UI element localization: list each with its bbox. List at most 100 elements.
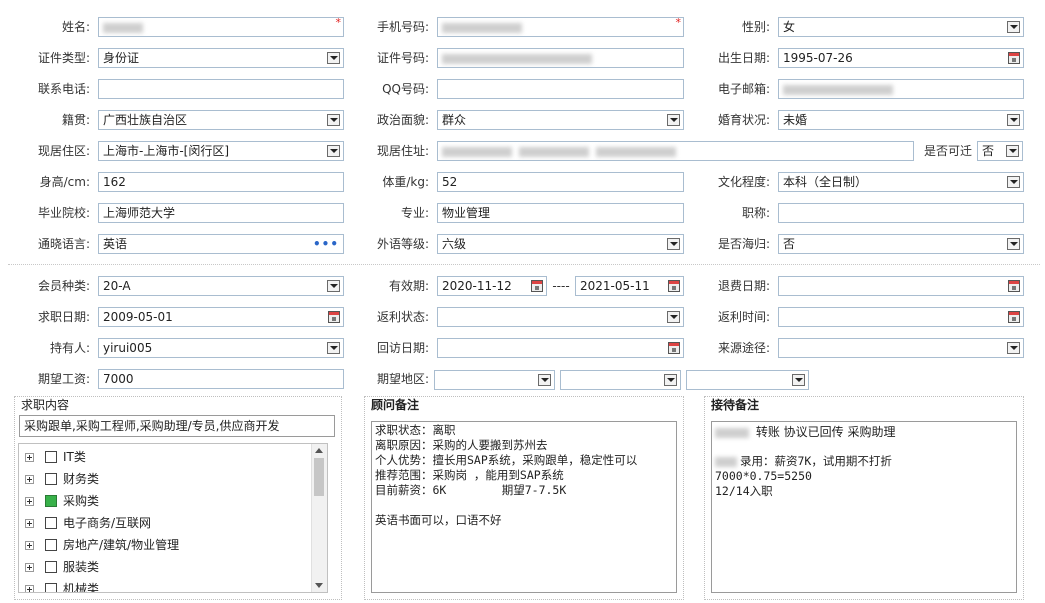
chevron-down-icon[interactable]: [667, 238, 680, 250]
chevron-down-icon[interactable]: [1007, 238, 1020, 250]
chevron-down-icon[interactable]: [1007, 342, 1020, 354]
member-type-select[interactable]: 20-A: [98, 276, 344, 296]
major-field[interactable]: 物业管理: [437, 203, 684, 223]
redacted-value: [715, 456, 737, 467]
refund-date-field[interactable]: [778, 276, 1024, 296]
expand-icon[interactable]: [25, 453, 34, 462]
expand-icon[interactable]: [25, 497, 34, 506]
scrollbar[interactable]: [311, 444, 327, 592]
chevron-down-icon[interactable]: [1007, 21, 1020, 33]
calendar-icon[interactable]: [668, 342, 680, 354]
tree-checkbox[interactable]: [45, 517, 57, 529]
chevron-down-icon[interactable]: [664, 374, 677, 386]
id-type-select[interactable]: 身份证: [98, 48, 344, 68]
returnee-select[interactable]: 否: [778, 234, 1024, 254]
visit-date-field[interactable]: [437, 338, 684, 358]
weight-label: 体重/kg:: [382, 175, 429, 189]
expand-icon[interactable]: [25, 563, 34, 572]
region-province-select[interactable]: [434, 370, 555, 390]
chevron-down-icon[interactable]: [667, 311, 680, 323]
phone-field[interactable]: *: [437, 17, 684, 37]
name-field[interactable]: *: [98, 17, 344, 37]
tree-item-label: IT类: [63, 450, 86, 464]
tree-checkbox[interactable]: [45, 561, 57, 573]
political-select[interactable]: 群众: [437, 110, 684, 130]
scroll-down-icon[interactable]: [315, 583, 323, 588]
contact-phone-field[interactable]: [98, 79, 344, 99]
expand-icon[interactable]: [25, 475, 34, 484]
chevron-down-icon[interactable]: [327, 342, 340, 354]
reception-notes-textarea[interactable]: 转账 协议已回传 采购助理 录用：薪资7K，试用期不打折 7000*0.75=5…: [711, 421, 1017, 593]
valid-from-value: 2020-11-12: [442, 279, 512, 293]
rebate-time-field[interactable]: [778, 307, 1024, 327]
job-summary-field[interactable]: 采购跟单,采购工程师,采购助理/专员,供应商开发: [19, 415, 335, 437]
height-field[interactable]: 162: [98, 172, 344, 192]
title-field[interactable]: [778, 203, 1024, 223]
chevron-down-icon[interactable]: [1007, 114, 1020, 126]
member-type-label: 会员种类:: [37, 279, 90, 293]
residence-select[interactable]: 上海市-上海市-[闵行区]: [98, 141, 344, 161]
calendar-icon[interactable]: [1008, 311, 1020, 323]
chevron-down-icon[interactable]: [327, 52, 340, 64]
holder-select[interactable]: yirui005: [98, 338, 344, 358]
relocate-select[interactable]: 否: [977, 141, 1023, 161]
region-district-select[interactable]: [686, 370, 809, 390]
expand-icon[interactable]: [25, 541, 34, 550]
redacted-value: [442, 146, 512, 157]
chevron-down-icon[interactable]: [327, 280, 340, 292]
scroll-thumb[interactable]: [314, 458, 324, 496]
tree-item-label: 采购类: [63, 494, 100, 508]
job-category-tree[interactable]: IT类 财务类 采购类 电子商务/互联网 房地产/建筑/物业管理 服装类 机械类: [18, 443, 328, 593]
tree-item-label: 机械类: [63, 582, 100, 593]
tree-checkbox[interactable]: [45, 495, 57, 507]
gender-select[interactable]: 女: [778, 17, 1024, 37]
school-field[interactable]: 上海师范大学: [98, 203, 344, 223]
marital-label: 婚育状况:: [717, 113, 770, 127]
more-options-icon[interactable]: •••: [313, 235, 339, 253]
calendar-icon[interactable]: [668, 280, 680, 292]
valid-to-field[interactable]: 2021-05-11: [575, 276, 684, 296]
source-select[interactable]: [778, 338, 1024, 358]
qq-field[interactable]: [437, 79, 684, 99]
weight-field[interactable]: 52: [437, 172, 684, 192]
political-value: 群众: [442, 113, 467, 127]
education-select[interactable]: 本科（全日制）: [778, 172, 1024, 192]
language-field[interactable]: 英语 •••: [98, 234, 344, 254]
rebate-time-label: 返利时间:: [717, 310, 770, 324]
chevron-down-icon[interactable]: [327, 114, 340, 126]
native-select[interactable]: 广西壮族自治区: [98, 110, 344, 130]
height-label: 身高/cm:: [39, 175, 90, 189]
calendar-icon[interactable]: [1008, 280, 1020, 292]
apply-date-field[interactable]: 2009-05-01: [98, 307, 344, 327]
tree-checkbox[interactable]: [45, 583, 57, 592]
id-no-field[interactable]: [437, 48, 684, 68]
tree-checkbox[interactable]: [45, 473, 57, 485]
tree-checkbox[interactable]: [45, 451, 57, 463]
calendar-icon[interactable]: [1008, 52, 1020, 64]
relocate-value: 否: [982, 144, 995, 158]
chevron-down-icon[interactable]: [1006, 145, 1019, 157]
email-field[interactable]: [778, 79, 1024, 99]
salary-field[interactable]: 7000: [98, 369, 344, 389]
advisor-notes-textarea[interactable]: 求职状态：离职 离职原因：采购的人要搬到苏州去 个人优势：擅长用SAP系统，采购…: [371, 421, 677, 593]
chevron-down-icon[interactable]: [792, 374, 805, 386]
chevron-down-icon[interactable]: [1007, 176, 1020, 188]
chevron-down-icon[interactable]: [667, 114, 680, 126]
address-field[interactable]: [437, 141, 914, 161]
chevron-down-icon[interactable]: [538, 374, 551, 386]
chevron-down-icon[interactable]: [327, 145, 340, 157]
region-city-select[interactable]: [560, 370, 681, 390]
scroll-up-icon[interactable]: [315, 448, 323, 453]
region-label: 期望地区:: [376, 372, 429, 386]
birth-date-field[interactable]: 1995-07-26: [778, 48, 1024, 68]
valid-from-field[interactable]: 2020-11-12: [437, 276, 547, 296]
tree-checkbox[interactable]: [45, 539, 57, 551]
calendar-icon[interactable]: [531, 280, 543, 292]
marital-select[interactable]: 未婚: [778, 110, 1024, 130]
expand-icon[interactable]: [25, 585, 34, 592]
lang-level-select[interactable]: 六级: [437, 234, 684, 254]
calendar-icon[interactable]: [328, 311, 340, 323]
rebate-status-select[interactable]: [437, 307, 684, 327]
source-label: 来源途径:: [717, 341, 770, 355]
expand-icon[interactable]: [25, 519, 34, 528]
